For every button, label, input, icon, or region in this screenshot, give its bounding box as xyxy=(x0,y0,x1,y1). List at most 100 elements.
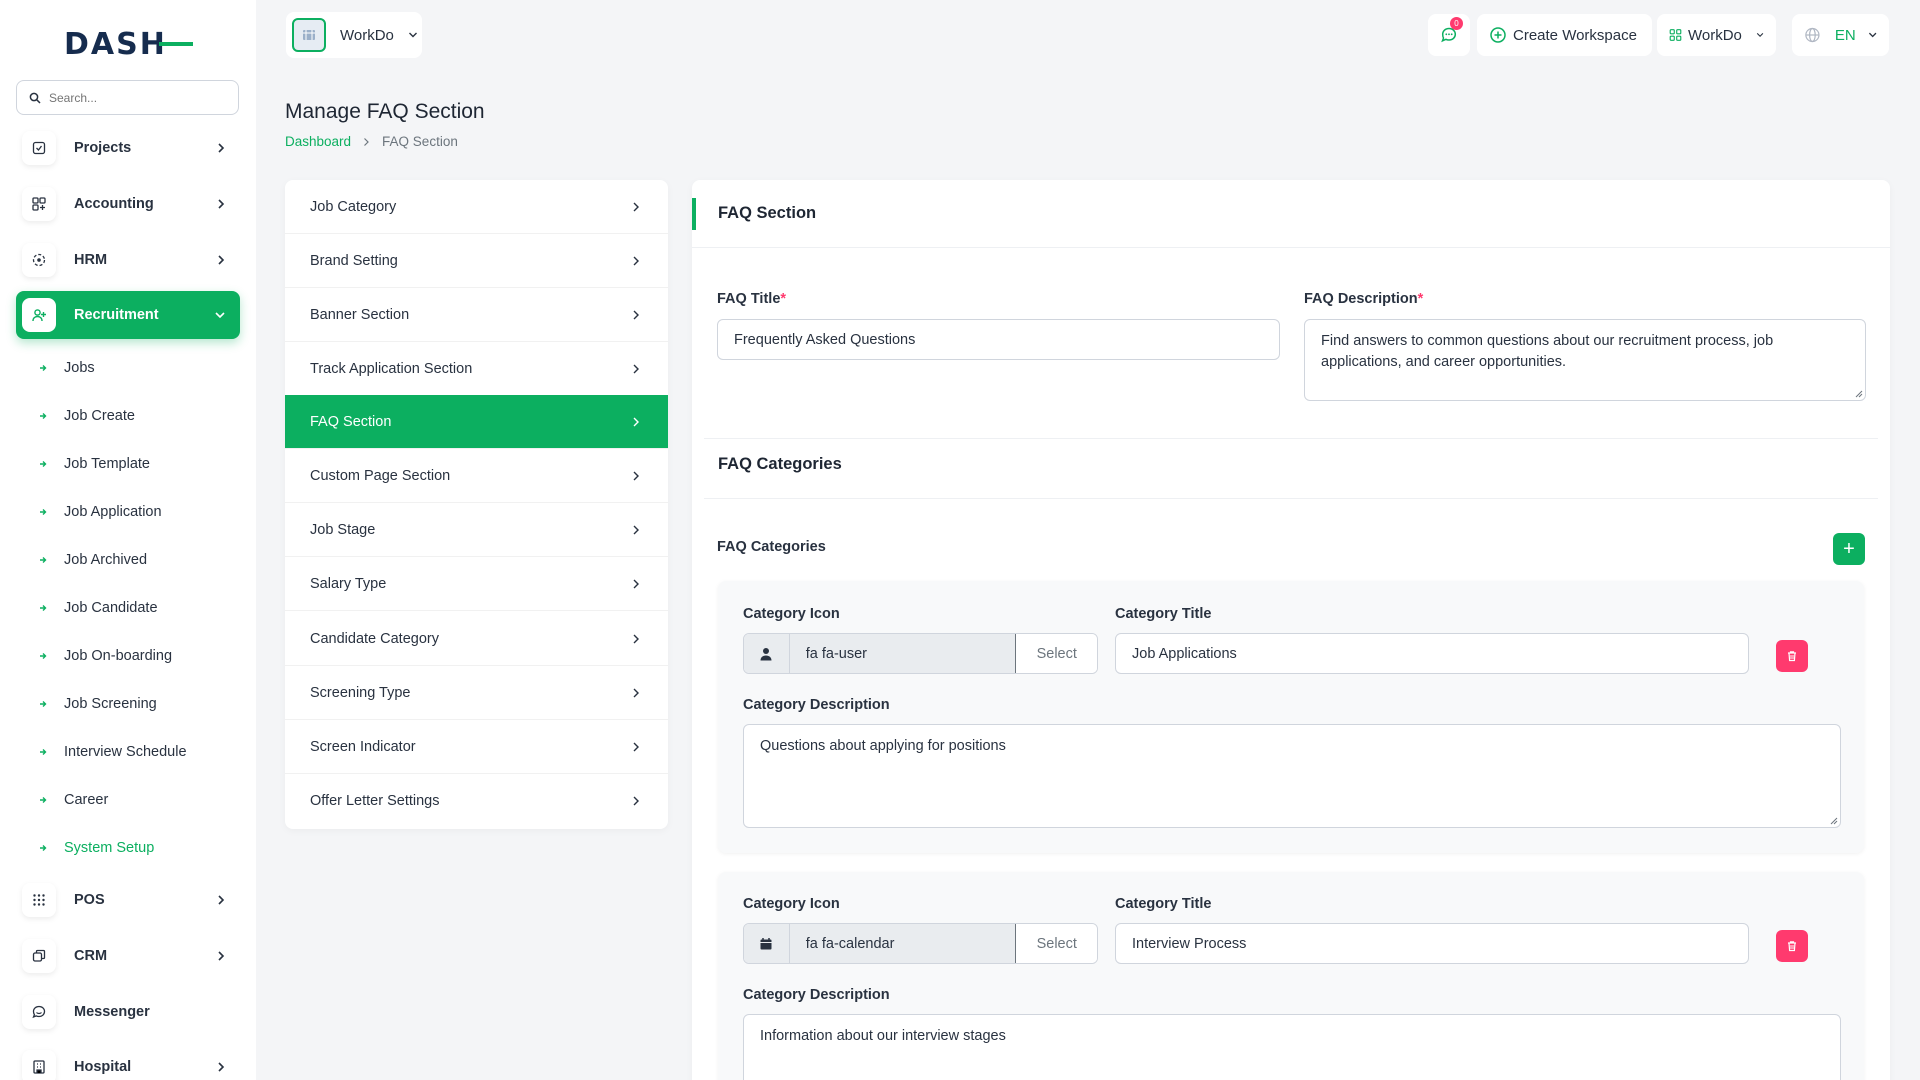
category-icon-value[interactable]: fa fa-calendar xyxy=(789,924,1016,963)
category-icon-picker: fa fa-user Select xyxy=(743,633,1098,674)
sidebar-item-label: CRM xyxy=(74,948,108,964)
category-description-textarea[interactable]: Information about our interview stages xyxy=(743,1014,1841,1080)
menu-item-label: Custom Page Section xyxy=(310,467,451,484)
sidebar-item-projects[interactable]: Projects xyxy=(16,124,240,172)
chevron-right-icon xyxy=(633,364,639,374)
faq-title-input[interactable]: Frequently Asked Questions xyxy=(717,319,1280,360)
menu-item-track-application-section[interactable]: Track Application Section xyxy=(285,342,668,396)
sidebar-subitem-job-create[interactable]: Job Create xyxy=(38,405,135,427)
sidebar-subitem-job-screening[interactable]: Job Screening xyxy=(38,693,157,715)
messages-button[interactable]: 0 xyxy=(1428,14,1470,56)
resize-handle-icon[interactable] xyxy=(1830,817,1838,825)
sidebar-subitem-system-setup[interactable]: System Setup xyxy=(38,837,154,859)
menu-item-brand-setting[interactable]: Brand Setting xyxy=(285,234,668,288)
notification-badge: 0 xyxy=(1450,17,1463,30)
category-title-input[interactable]: Interview Process xyxy=(1115,923,1749,964)
language-selector[interactable]: EN xyxy=(1792,14,1889,56)
workspace-selector[interactable]: WorkDo xyxy=(286,12,422,58)
brand-logo[interactable]: DASH xyxy=(64,26,193,62)
sidebar-item-hrm[interactable]: HRM xyxy=(16,236,240,284)
sidebar-subitem-jobs[interactable]: Jobs xyxy=(38,357,95,379)
card-title: FAQ Section xyxy=(718,204,817,222)
faq-description-label: FAQ Description* xyxy=(1304,291,1423,307)
menu-item-faq-section[interactable]: FAQ Section xyxy=(285,395,668,449)
search-input[interactable] xyxy=(49,90,229,105)
resize-handle-icon[interactable] xyxy=(1855,390,1863,398)
sidebar-subitem-label: Job Application xyxy=(64,504,162,520)
chevron-right-icon xyxy=(633,417,639,427)
menu-item-job-stage[interactable]: Job Stage xyxy=(285,503,668,557)
create-workspace-label: Create Workspace xyxy=(1513,26,1637,44)
sidebar-item-messenger[interactable]: Messenger xyxy=(16,988,240,1036)
add-category-button[interactable]: + xyxy=(1833,533,1865,565)
bullet-icon xyxy=(40,605,47,611)
category-icon-label: Category Icon xyxy=(743,606,840,622)
sidebar-subitem-career[interactable]: Career xyxy=(38,789,108,811)
menu-item-label: FAQ Section xyxy=(310,413,392,430)
menu-item-screening-type[interactable]: Screening Type xyxy=(285,666,668,720)
menu-item-salary-type[interactable]: Salary Type xyxy=(285,557,668,611)
bullet-icon xyxy=(40,653,47,659)
workspace-switcher[interactable]: WorkDo xyxy=(1657,14,1776,56)
sidebar-subitem-label: Interview Schedule xyxy=(64,744,187,760)
chevron-right-icon xyxy=(633,525,639,535)
sidebar-subitem-job-candidate[interactable]: Job Candidate xyxy=(38,597,158,619)
menu-item-label: Candidate Category xyxy=(310,630,439,647)
menu-item-candidate-category[interactable]: Candidate Category xyxy=(285,612,668,666)
category-title-input[interactable]: Job Applications xyxy=(1115,633,1749,674)
menu-item-label: Banner Section xyxy=(310,306,410,323)
bullet-icon xyxy=(40,749,47,755)
chevron-down-icon xyxy=(1756,32,1764,38)
sidebar-item-label: POS xyxy=(74,892,105,908)
category-description-textarea[interactable]: Questions about applying for positions xyxy=(743,724,1841,828)
menu-item-label: Screening Type xyxy=(310,684,411,701)
sidebar-subitem-interview-schedule[interactable]: Interview Schedule xyxy=(38,741,187,763)
icon-select-button[interactable]: Select xyxy=(1015,924,1097,963)
sidebar-item-label: HRM xyxy=(74,252,108,268)
sidebar-subitem-job-onboarding[interactable]: Job On-boarding xyxy=(38,645,172,667)
breadcrumb-dashboard-link[interactable]: Dashboard xyxy=(285,134,351,149)
menu-item-banner-section[interactable]: Banner Section xyxy=(285,288,668,342)
trash-icon xyxy=(1788,941,1796,952)
user-icon xyxy=(744,634,790,673)
menu-item-offer-letter-settings[interactable]: Offer Letter Settings xyxy=(285,774,668,828)
category-description-label: Category Description xyxy=(743,697,890,713)
chevron-right-icon xyxy=(633,202,639,212)
chevron-down-icon xyxy=(215,312,225,319)
chevron-right-icon xyxy=(218,895,225,905)
chevron-right-icon xyxy=(364,137,369,146)
sidebar-subitem-job-template[interactable]: Job Template xyxy=(38,453,150,475)
globe-icon xyxy=(1805,27,1820,43)
menu-item-job-category[interactable]: Job Category xyxy=(285,180,668,234)
required-asterisk: * xyxy=(1417,291,1424,307)
chevron-right-icon xyxy=(218,951,225,961)
sidebar-item-recruitment[interactable]: Recruitment xyxy=(16,291,240,339)
sidebar-item-accounting[interactable]: Accounting xyxy=(16,180,240,228)
category-description-label: Category Description xyxy=(743,987,890,1003)
chevron-right-icon xyxy=(633,742,639,752)
sidebar-item-pos[interactable]: POS xyxy=(16,876,240,924)
building-icon xyxy=(22,1050,56,1080)
sidebar-subitem-job-archived[interactable]: Job Archived xyxy=(38,549,147,571)
menu-item-screen-indicator[interactable]: Screen Indicator xyxy=(285,720,668,774)
sidebar-item-crm[interactable]: CRM xyxy=(16,932,240,980)
search-box[interactable] xyxy=(16,80,239,115)
menu-item-custom-page-section[interactable]: Custom Page Section xyxy=(285,449,668,503)
delete-category-button[interactable] xyxy=(1776,930,1808,962)
faq-description-textarea[interactable]: Find answers to common questions about o… xyxy=(1304,319,1866,401)
category-icon-value[interactable]: fa fa-user xyxy=(789,634,1016,673)
menu-item-label: Track Application Section xyxy=(310,360,473,377)
icon-select-button[interactable]: Select xyxy=(1015,634,1097,673)
apps-grid-icon xyxy=(1669,29,1682,41)
create-workspace-button[interactable]: Create Workspace xyxy=(1477,14,1652,56)
header-accent-bar xyxy=(692,198,696,230)
sidebar-item-hospital[interactable]: Hospital xyxy=(16,1043,240,1080)
category-icon-picker: fa fa-calendar Select xyxy=(743,923,1098,964)
bullet-icon xyxy=(40,461,47,467)
hrm-icon xyxy=(22,243,56,277)
logo-text: DASH xyxy=(64,26,167,62)
chevron-right-icon xyxy=(633,688,639,698)
delete-category-button[interactable] xyxy=(1776,640,1808,672)
sidebar-subitem-label: Job Archived xyxy=(64,552,148,568)
sidebar-subitem-job-application[interactable]: Job Application xyxy=(38,501,162,523)
